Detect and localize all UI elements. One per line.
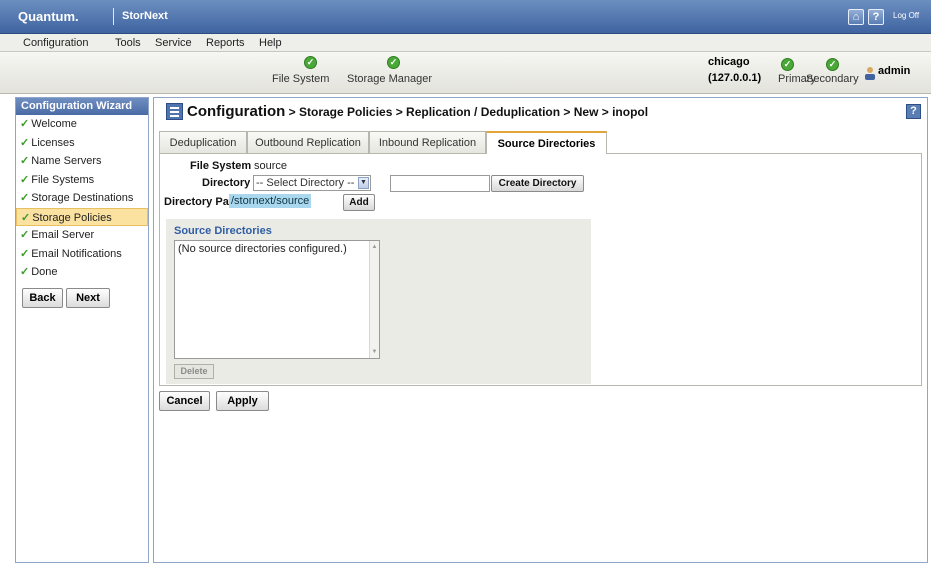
menu-help[interactable]: Help (259, 37, 282, 49)
menu-reports[interactable]: Reports (206, 37, 245, 49)
directory-name-input[interactable] (390, 175, 490, 192)
storage-manager-status-label[interactable]: Storage Manager (347, 73, 432, 85)
directory-path-label: Directory Path (164, 196, 240, 208)
menu-service[interactable]: Service (155, 37, 192, 49)
wizard-item-storage-destinations[interactable]: ✓ Storage Destinations (16, 189, 148, 208)
menu-bar: Configuration Tools Service Reports Help (0, 34, 931, 52)
configuration-wizard: Configuration Wizard ✓ Welcome ✓ Licenses … (15, 97, 149, 563)
wizard-item-email-server[interactable]: ✓ Email Server (16, 226, 148, 245)
page-title: Configuration (187, 103, 286, 120)
wizard-item-name-servers[interactable]: ✓ Name Servers (16, 152, 148, 171)
empty-list-message: (No source directories configured.) (178, 243, 347, 255)
primary-status-icon[interactable]: ✓ (781, 58, 794, 71)
delete-button[interactable]: Delete (174, 364, 214, 379)
source-directories-panel: File System source Directory -- Select D… (159, 153, 922, 386)
host-name: chicago (708, 56, 750, 68)
secondary-status-icon[interactable]: ✓ (826, 58, 839, 71)
menu-configuration[interactable]: Configuration (23, 37, 88, 49)
help-icon[interactable]: ? (868, 9, 884, 25)
wizard-item-licenses[interactable]: ✓ Licenses (16, 134, 148, 153)
brand-logo: Quantum. (18, 9, 79, 24)
wizard-item-label: Welcome (31, 118, 77, 130)
check-icon: ✓ (20, 155, 30, 167)
product-name: StorNext (122, 10, 168, 22)
breadcrumb-path: > Storage Policies > Replication / Dedup… (285, 105, 649, 119)
directory-select-value: -- Select Directory -- (256, 177, 355, 189)
source-directories-section: Source Directories (No source directorie… (166, 219, 591, 384)
scroll-up-icon[interactable]: ▲ (371, 243, 378, 251)
check-icon: ✓ (20, 229, 30, 241)
wizard-item-storage-policies[interactable]: ✓ Storage Policies (16, 207, 148, 226)
check-icon: ✓ (21, 211, 31, 224)
user-name[interactable]: admin (878, 65, 910, 77)
page-help-icon[interactable]: ? (906, 104, 921, 119)
directory-label: Directory (202, 177, 251, 189)
wizard-item-label: Storage Destinations (31, 192, 134, 204)
storage-manager-status-icon[interactable]: ✓ (387, 56, 400, 69)
wizard-item-label: Name Servers (31, 155, 102, 167)
logoff-link[interactable]: Log Off (893, 11, 919, 20)
create-directory-button[interactable]: Create Directory (491, 175, 584, 192)
menu-tools[interactable]: Tools (115, 37, 141, 49)
wizard-item-label: Storage Policies (32, 211, 112, 224)
breadcrumb: Configuration > Storage Policies > Repli… (187, 103, 648, 120)
configuration-icon (166, 103, 183, 120)
scroll-down-icon[interactable]: ▼ (371, 348, 378, 356)
file-system-status-label[interactable]: File System (272, 73, 329, 85)
wizard-item-done[interactable]: ✓ Done (16, 263, 148, 282)
list-scrollbar[interactable]: ▲ ▼ (369, 241, 379, 358)
add-button[interactable]: Add (343, 194, 375, 211)
wizard-item-email-notifications[interactable]: ✓ Email Notifications (16, 245, 148, 264)
tab-source-directories[interactable]: Source Directories (486, 131, 607, 154)
tab-outbound-replication[interactable]: Outbound Replication (247, 131, 369, 153)
user-icon (865, 67, 875, 80)
directory-path-value: /stornext/source (229, 194, 312, 208)
source-directories-list[interactable]: (No source directories configured.) ▲ ▼ (174, 240, 380, 359)
main-panel: Configuration > Storage Policies > Repli… (153, 97, 928, 563)
check-icon: ✓ (20, 118, 30, 130)
source-directories-title: Source Directories (174, 225, 272, 237)
check-icon: ✓ (20, 247, 30, 260)
host-ip: (127.0.0.1) (708, 72, 762, 84)
check-icon: ✓ (20, 266, 30, 278)
file-system-value: source (254, 160, 288, 172)
file-system-status-icon[interactable]: ✓ (304, 56, 317, 69)
title-bar: Quantum. StorNext ⌂ ? Log Off (0, 0, 931, 34)
next-button[interactable]: Next (66, 288, 110, 308)
file-system-label: File System (190, 160, 252, 172)
wizard-item-label: Email Server (31, 229, 95, 241)
chevron-down-icon[interactable]: ▼ (358, 177, 369, 189)
check-icon: ✓ (20, 192, 30, 204)
check-icon: ✓ (20, 173, 30, 186)
wizard-title: Configuration Wizard (16, 98, 148, 115)
wizard-item-label: Email Notifications (31, 247, 122, 260)
apply-button[interactable]: Apply (216, 391, 269, 411)
wizard-item-welcome[interactable]: ✓ Welcome (16, 115, 148, 134)
status-bar: ✓ File System ✓ Storage Manager chicago … (0, 52, 931, 94)
wizard-item-file-systems[interactable]: ✓ File Systems (16, 171, 148, 190)
check-icon: ✓ (20, 136, 30, 149)
brand-divider (113, 8, 114, 25)
tab-deduplication[interactable]: Deduplication (159, 131, 247, 153)
home-icon[interactable]: ⌂ (848, 9, 864, 25)
secondary-status-label[interactable]: Secondary (806, 73, 859, 85)
cancel-button[interactable]: Cancel (159, 391, 210, 411)
wizard-item-label: Licenses (31, 136, 75, 149)
back-button[interactable]: Back (22, 288, 63, 308)
wizard-item-label: File Systems (31, 173, 95, 186)
directory-select[interactable]: -- Select Directory -- ▼ (253, 175, 371, 191)
tab-inbound-replication[interactable]: Inbound Replication (369, 131, 486, 153)
wizard-item-label: Done (31, 266, 58, 278)
